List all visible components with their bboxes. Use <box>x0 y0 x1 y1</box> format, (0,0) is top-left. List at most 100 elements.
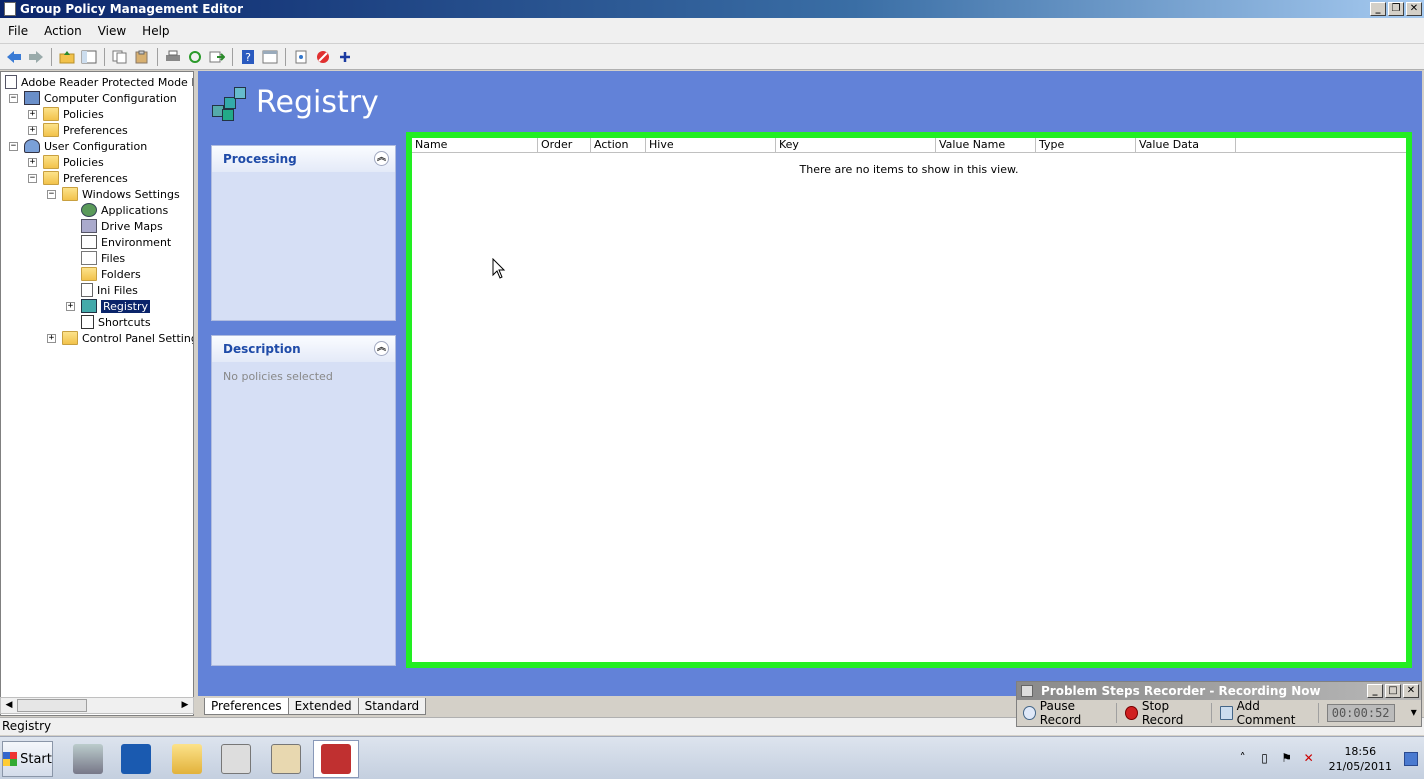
folder-icon <box>43 107 59 121</box>
description-text: No policies selected <box>223 370 333 383</box>
column-header-key[interactable]: Key <box>776 138 936 152</box>
psr-title-bar[interactable]: Problem Steps Recorder - Recording Now _… <box>1017 682 1421 700</box>
collapse-icon[interactable]: − <box>47 189 56 199</box>
tree-item-uc-policies[interactable]: + Policies <box>28 154 104 170</box>
print-icon[interactable] <box>163 47 183 67</box>
psr-title: Problem Steps Recorder - Recording Now <box>1041 684 1321 698</box>
export-icon[interactable] <box>207 47 227 67</box>
tree-item-ini-files[interactable]: Ini Files <box>81 282 138 298</box>
problem-steps-recorder-window[interactable]: Problem Steps Recorder - Recording Now _… <box>1016 681 1422 727</box>
back-icon[interactable] <box>4 47 24 67</box>
taskbar-server-manager[interactable] <box>65 740 111 778</box>
tree-item-control-panel-settings[interactable]: + Control Panel Settings <box>47 330 193 346</box>
menu-bar: File Action View Help <box>0 18 1424 44</box>
tree-item-user-configuration[interactable]: − User Configuration <box>9 138 147 154</box>
tree-item-cc-policies[interactable]: + Policies <box>28 106 104 122</box>
menu-action[interactable]: Action <box>36 24 90 38</box>
tree-item-environment[interactable]: Environment <box>81 234 171 250</box>
taskbar-explorer[interactable] <box>164 740 210 778</box>
details-pane: Registry Processing ︽ Description ︽ No p… <box>198 71 1422 696</box>
forward-icon[interactable] <box>26 47 46 67</box>
tree-item-shortcuts[interactable]: Shortcuts <box>81 314 151 330</box>
tree-item-applications[interactable]: Applications <box>81 202 168 218</box>
taskbar-powershell[interactable] <box>113 740 159 778</box>
tab-preferences[interactable]: Preferences <box>204 698 289 715</box>
taskbar-psr[interactable] <box>213 740 259 778</box>
menu-file[interactable]: File <box>0 24 36 38</box>
psr-close-button[interactable]: ✕ <box>1403 684 1419 698</box>
scroll-thumb[interactable] <box>17 699 87 712</box>
stop-icon[interactable] <box>313 47 333 67</box>
empty-list-message: There are no items to show in this view. <box>799 163 1019 176</box>
taskbar-gpmc[interactable] <box>263 740 309 778</box>
psr-minimize-button[interactable]: _ <box>1367 684 1383 698</box>
column-header-value-name[interactable]: Value Name <box>936 138 1036 152</box>
expand-icon[interactable]: + <box>28 125 37 135</box>
tree-item-folders[interactable]: Folders <box>81 266 141 282</box>
menu-view[interactable]: View <box>90 24 134 38</box>
tree-item-files[interactable]: Files <box>81 250 125 266</box>
toolbar-separator <box>157 47 158 66</box>
paste-icon[interactable] <box>132 47 152 67</box>
drive-maps-icon <box>81 219 97 233</box>
refresh-icon[interactable] <box>185 47 205 67</box>
tree-horizontal-scrollbar[interactable]: ◀ ▶ <box>0 697 194 714</box>
show-desktop-button[interactable] <box>1404 752 1418 766</box>
start-button[interactable]: Start <box>2 741 53 777</box>
add-comment-button[interactable]: Add Comment <box>1216 699 1319 727</box>
scroll-right-icon[interactable]: ▶ <box>177 698 193 713</box>
help-icon[interactable]: ? <box>238 47 258 67</box>
collapse-icon[interactable]: − <box>9 93 18 103</box>
taskbar-gp-editor[interactable] <box>313 740 359 778</box>
window-title-bar[interactable]: Group Policy Management Editor _ ❐ ✕ <box>0 0 1424 18</box>
description-panel: Description ︽ No policies selected <box>211 335 396 666</box>
tree-item-drive-maps[interactable]: Drive Maps <box>81 218 163 234</box>
menu-help[interactable]: Help <box>134 24 177 38</box>
column-header-hive[interactable]: Hive <box>646 138 776 152</box>
tree-item-registry[interactable]: + Registry <box>66 298 151 314</box>
show-hide-tree-icon[interactable] <box>79 47 99 67</box>
console-tree[interactable]: Adobe Reader Protected Mode Disa − Compu… <box>0 71 194 716</box>
show-hidden-icons-icon[interactable]: ˄ <box>1235 751 1251 767</box>
tab-standard[interactable]: Standard <box>357 698 427 715</box>
expand-icon[interactable]: + <box>28 157 37 167</box>
collapse-icon[interactable]: − <box>28 173 37 183</box>
expand-icon[interactable]: + <box>66 301 75 311</box>
tab-extended[interactable]: Extended <box>287 698 359 715</box>
properties-icon[interactable] <box>260 47 280 67</box>
snapshot-icon[interactable] <box>291 47 311 67</box>
copy-icon[interactable] <box>110 47 130 67</box>
action-center-icon[interactable]: ⚑ <box>1279 751 1295 767</box>
tree-item-cc-preferences[interactable]: + Preferences <box>28 122 128 138</box>
expand-icon[interactable]: + <box>28 109 37 119</box>
restore-button[interactable]: ❐ <box>1388 2 1404 16</box>
stop-record-button[interactable]: Stop Record <box>1121 699 1212 727</box>
pause-record-button[interactable]: Pause Record <box>1019 699 1118 727</box>
mouse-cursor-icon <box>492 258 506 279</box>
tree-item-computer-configuration[interactable]: − Computer Configuration <box>9 90 177 106</box>
scroll-left-icon[interactable]: ◀ <box>1 698 17 713</box>
clock[interactable]: 18:56 21/05/2011 <box>1329 744 1392 774</box>
psr-maximize-button[interactable]: □ <box>1385 684 1401 698</box>
tree-item-root[interactable]: Adobe Reader Protected Mode Disa <box>5 74 193 90</box>
up-folder-icon[interactable] <box>57 47 77 67</box>
collapse-icon[interactable]: − <box>9 141 18 151</box>
tree-item-uc-preferences[interactable]: − Preferences <box>28 170 128 186</box>
collapse-chevron-icon[interactable]: ︽ <box>374 151 389 166</box>
device-icon[interactable]: ▯ <box>1257 751 1273 767</box>
add-icon[interactable] <box>335 47 355 67</box>
column-header-action[interactable]: Action <box>591 138 646 152</box>
folder-icon <box>62 187 78 201</box>
minimize-button[interactable]: _ <box>1370 2 1386 16</box>
help-dropdown-icon[interactable]: ▾ <box>1407 705 1421 721</box>
collapse-chevron-icon[interactable]: ︽ <box>374 341 389 356</box>
close-button[interactable]: ✕ <box>1406 2 1422 16</box>
column-header-name[interactable]: Name <box>412 138 538 152</box>
column-header-value-data[interactable]: Value Data <box>1136 138 1236 152</box>
column-header-type[interactable]: Type <box>1036 138 1136 152</box>
tree-item-windows-settings[interactable]: − Windows Settings <box>47 186 180 202</box>
volume-muted-icon[interactable]: ✕ <box>1301 751 1317 767</box>
column-header-order[interactable]: Order <box>538 138 591 152</box>
registry-items-list[interactable]: Name Order Action Hive Key Value Name Ty… <box>406 132 1412 668</box>
expand-icon[interactable]: + <box>47 333 56 343</box>
